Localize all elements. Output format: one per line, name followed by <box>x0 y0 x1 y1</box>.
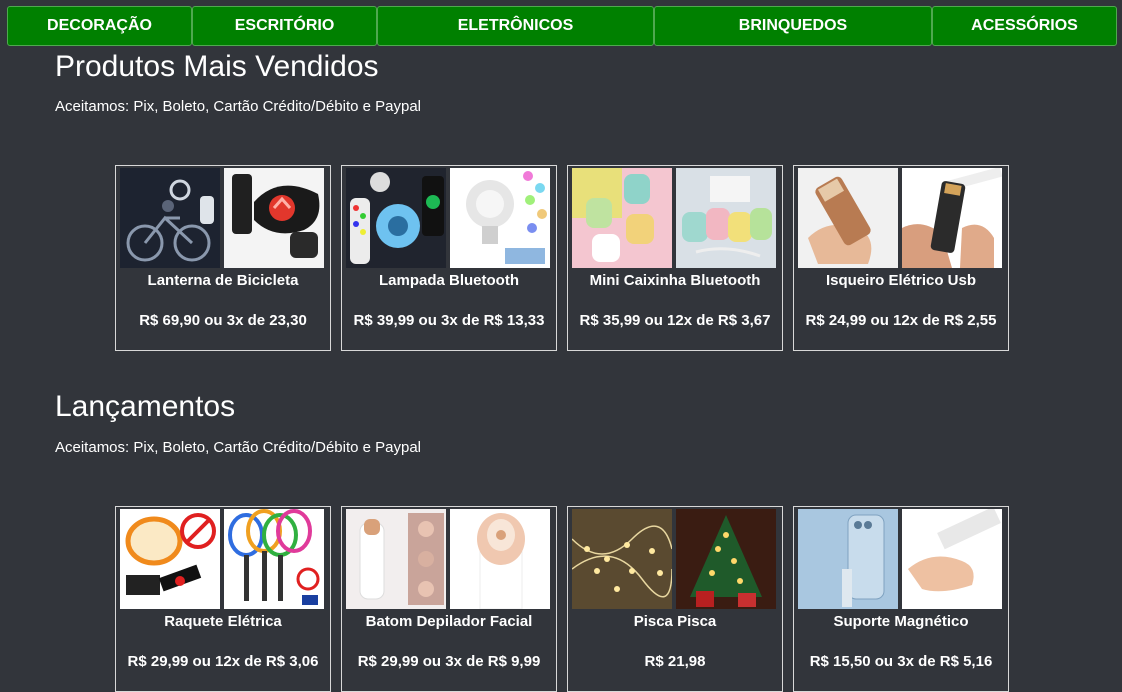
nav-decoracao[interactable]: DECORAÇÃO <box>7 6 192 46</box>
product-price: R$ 21,98 <box>644 653 706 670</box>
section-title-new-arrivals: Lançamentos <box>55 390 236 423</box>
product-card-batom-depilador-facial[interactable]: Batom Depilador Facial R$ 29,99 ou 3x de… <box>341 506 557 692</box>
product-image-bluetooth-bulb-colors <box>450 168 550 268</box>
product-image-usb-lighter-hand <box>798 168 898 268</box>
product-image-facial-epilator <box>346 509 446 609</box>
product-price: R$ 69,90 ou 3x de 23,30 <box>139 312 307 329</box>
product-image-mini-speakers-box <box>676 168 776 268</box>
product-name: Raquete Elétrica <box>164 613 282 630</box>
product-card-lanterna-bicicleta[interactable]: Lanterna de Bicicleta R$ 69,90 ou 3x de … <box>115 165 331 351</box>
product-price: R$ 29,99 ou 12x de R$ 3,06 <box>127 653 319 670</box>
product-card-raquete-eletrica[interactable]: Raquete Elétrica R$ 29,99 ou 12x de R$ 3… <box>115 506 331 692</box>
product-image-bike-light-rider <box>120 168 220 268</box>
product-image-magnetic-holder-phone <box>798 509 898 609</box>
product-name: Isqueiro Elétrico Usb <box>825 272 977 289</box>
product-name: Lanterna de Bicicleta <box>147 272 299 289</box>
product-card-suporte-magnetico[interactable]: Suporte Magnético R$ 15,50 ou 3x de R$ 5… <box>793 506 1009 692</box>
product-image-mini-speakers-pastel <box>572 168 672 268</box>
product-image-usb-lighter-cigarette <box>902 168 1002 268</box>
product-name: Suporte Magnético <box>833 613 969 630</box>
product-price: R$ 15,50 ou 3x de R$ 5,16 <box>809 653 993 670</box>
product-name: Mini Caixinha Bluetooth <box>589 272 761 289</box>
product-image-facial-epilator-closeup <box>450 509 550 609</box>
nav-eletronicos[interactable]: ELETRÔNICOS <box>377 6 654 46</box>
product-card-pisca-pisca[interactable]: Pisca Pisca R$ 21,98 <box>567 506 783 692</box>
section-title-best-sellers: Produtos Mais Vendidos <box>55 50 379 83</box>
product-card-isqueiro-eletrico-usb[interactable]: Isqueiro Elétrico Usb R$ 24,99 ou 12x de… <box>793 165 1009 351</box>
nav-acessorios[interactable]: ACESSÓRIOS <box>932 6 1117 46</box>
product-price: R$ 29,99 ou 3x de R$ 9,99 <box>357 653 541 670</box>
nav-escritorio[interactable]: ESCRITÓRIO <box>192 6 377 46</box>
product-image-bluetooth-bulb-remote <box>346 168 446 268</box>
product-name: Lampada Bluetooth <box>378 272 519 289</box>
product-image-electric-racket-colors <box>224 509 324 609</box>
payment-methods-text: Aceitamos: Pix, Boleto, Cartão Crédito/D… <box>55 439 422 456</box>
product-name: Batom Depilador Facial <box>365 613 533 630</box>
product-image-bike-light-device <box>224 168 324 268</box>
product-price: R$ 39,99 ou 3x de R$ 13,33 <box>353 312 545 329</box>
product-image-magnetic-holder-hand <box>902 509 1002 609</box>
product-image-string-lights <box>572 509 672 609</box>
product-name: Pisca Pisca <box>633 613 717 630</box>
nav-brinquedos[interactable]: BRINQUEDOS <box>654 6 932 46</box>
product-image-electric-racket <box>120 509 220 609</box>
product-image-christmas-tree <box>676 509 776 609</box>
product-price: R$ 24,99 ou 12x de R$ 2,55 <box>805 312 997 329</box>
payment-methods-text: Aceitamos: Pix, Boleto, Cartão Crédito/D… <box>55 98 422 115</box>
product-price: R$ 35,99 ou 12x de R$ 3,67 <box>579 312 771 329</box>
product-card-lampada-bluetooth[interactable]: Lampada Bluetooth R$ 39,99 ou 3x de R$ 1… <box>341 165 557 351</box>
product-card-mini-caixinha-bluetooth[interactable]: Mini Caixinha Bluetooth R$ 35,99 ou 12x … <box>567 165 783 351</box>
